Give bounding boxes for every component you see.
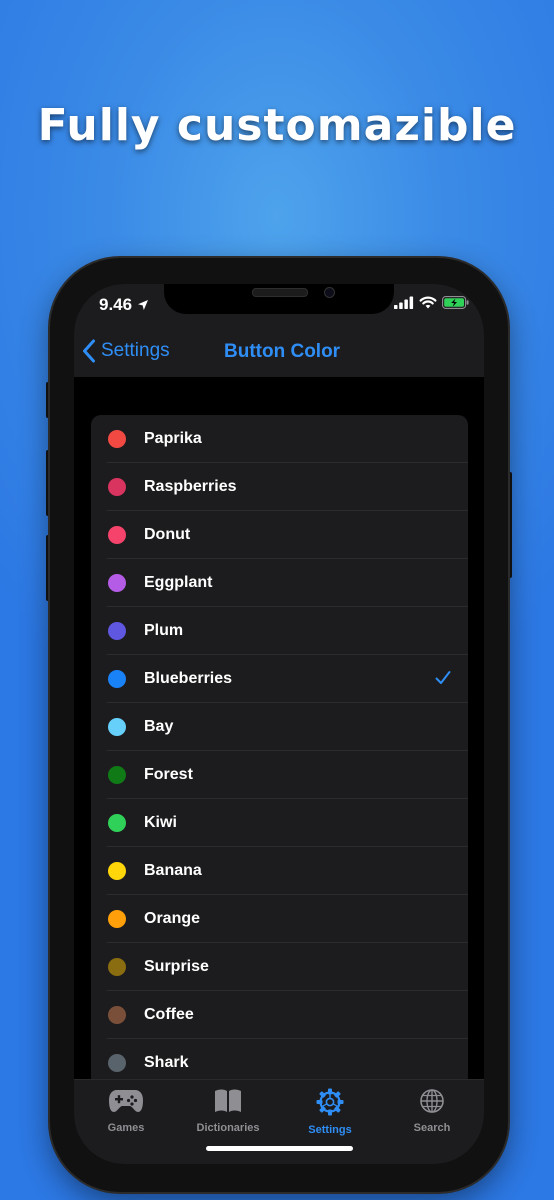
color-option-label: Surprise: [144, 958, 209, 975]
phone-screen: 9.46 Settings Button Color Paprika Raspb…: [74, 284, 484, 1164]
front-camera: [324, 287, 335, 298]
color-option-label: Shark: [144, 1054, 189, 1071]
headline: Fully customazible: [37, 100, 517, 151]
color-swatch: [108, 862, 126, 880]
color-swatch: [108, 574, 126, 592]
color-option-label: Plum: [144, 622, 184, 639]
color-option-label: Paprika: [144, 430, 202, 447]
color-swatch: [108, 958, 126, 976]
tab-label: Dictionaries: [196, 1122, 260, 1134]
color-option-label: Banana: [144, 862, 202, 879]
tab-label: Settings: [308, 1124, 352, 1136]
color-option-row[interactable]: Surprise: [91, 943, 468, 991]
color-option-row[interactable]: Eggplant: [91, 559, 468, 607]
color-option-row[interactable]: Bay: [91, 703, 468, 751]
tab-dictionaries[interactable]: Dictionaries: [177, 1088, 279, 1134]
notch: [164, 284, 394, 314]
color-option-row[interactable]: Coffee: [91, 991, 468, 1039]
back-button-label: Settings: [101, 340, 170, 361]
color-option-label: Blueberries: [144, 670, 233, 687]
color-option-label: Eggplant: [144, 574, 213, 591]
color-swatch: [108, 1006, 126, 1024]
gamepad-icon: [108, 1088, 144, 1118]
color-list: Paprika Raspberries Donut Eggplant Plum Blueb…: [91, 415, 468, 1087]
color-option-row[interactable]: Kiwi: [91, 799, 468, 847]
color-option-label: Forest: [144, 766, 193, 783]
color-swatch: [108, 622, 126, 640]
color-swatch: [108, 718, 126, 736]
color-option-label: Kiwi: [144, 814, 177, 831]
globe-icon: [419, 1088, 445, 1118]
tab-label: Search: [413, 1122, 451, 1134]
color-option-row[interactable]: Paprika: [91, 415, 468, 463]
color-swatch: [108, 670, 126, 688]
back-button[interactable]: Settings: [82, 339, 170, 363]
color-option-row[interactable]: Banana: [91, 847, 468, 895]
color-swatch: [108, 430, 126, 448]
color-option-label: Donut: [144, 526, 191, 543]
color-option-row[interactable]: Donut: [91, 511, 468, 559]
status-time-text: 9.46: [99, 295, 133, 314]
home-indicator: [206, 1146, 353, 1151]
page-title: Button Color: [224, 341, 341, 362]
status-time: 9.46: [99, 295, 149, 315]
color-option-label: Orange: [144, 910, 201, 927]
color-option-row[interactable]: Orange: [91, 895, 468, 943]
content-area: Paprika Raspberries Donut Eggplant Plum Blueb…: [74, 377, 484, 1087]
color-swatch: [108, 1054, 126, 1072]
tab-search[interactable]: Search: [381, 1088, 483, 1134]
tab-bar: Games Dictionaries Settings Search: [74, 1079, 484, 1164]
checkmark-icon: [434, 669, 452, 692]
color-option-label: Bay: [144, 718, 174, 735]
chevron-left-icon: [82, 339, 96, 363]
color-option-label: Raspberries: [144, 478, 237, 495]
color-option-row[interactable]: Plum: [91, 607, 468, 655]
color-option-row[interactable]: Raspberries: [91, 463, 468, 511]
wifi-icon: [419, 296, 437, 314]
color-option-row[interactable]: Forest: [91, 751, 468, 799]
status-icons: [394, 296, 470, 314]
phone-frame: 9.46 Settings Button Color Paprika Raspb…: [50, 258, 508, 1192]
color-swatch: [108, 478, 126, 496]
battery-charging-icon: [442, 296, 470, 314]
color-option-label: Coffee: [144, 1006, 194, 1023]
color-swatch: [108, 766, 126, 784]
speaker-grille: [252, 288, 308, 297]
tab-label: Games: [107, 1122, 145, 1134]
color-swatch: [108, 814, 126, 832]
color-option-row[interactable]: Blueberries: [91, 655, 468, 703]
gear-icon: [316, 1088, 344, 1118]
book-icon: [214, 1088, 242, 1118]
color-swatch: [108, 526, 126, 544]
tab-settings[interactable]: Settings: [279, 1088, 381, 1136]
tab-games[interactable]: Games: [75, 1088, 177, 1134]
location-arrow-icon: [137, 295, 149, 314]
cellular-signal-icon: [394, 296, 414, 314]
color-swatch: [108, 910, 126, 928]
